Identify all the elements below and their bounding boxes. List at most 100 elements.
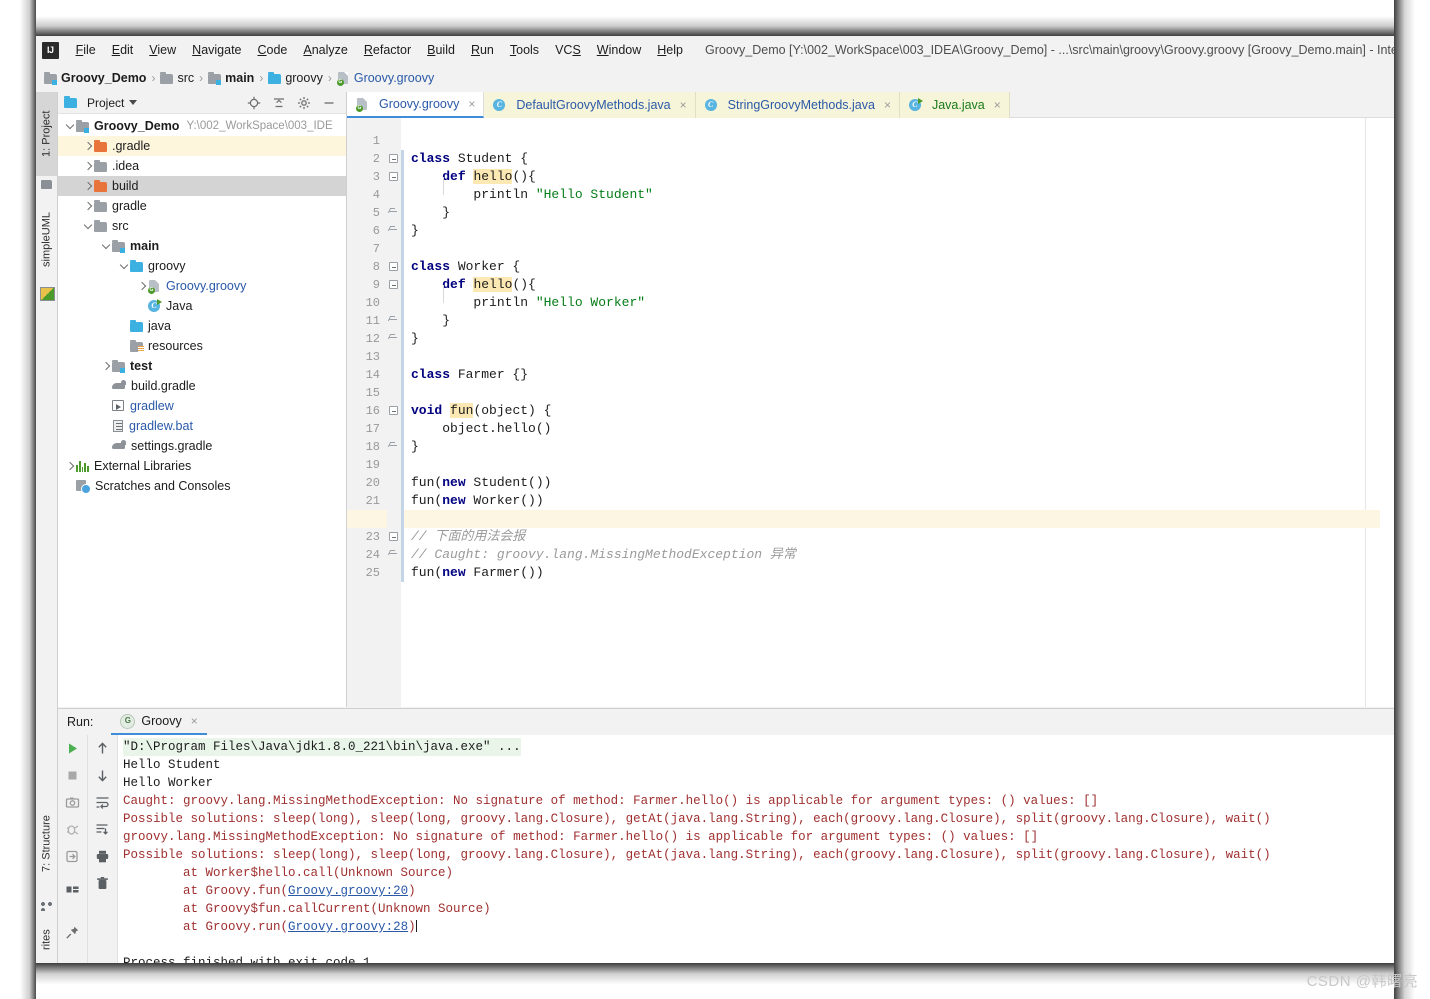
tree-node-resources[interactable]: resources bbox=[58, 336, 346, 356]
chevron-right-icon[interactable] bbox=[82, 160, 94, 172]
stop-icon[interactable] bbox=[65, 768, 80, 783]
breadcrumb-item-src[interactable]: src bbox=[160, 71, 194, 85]
tree-node-build[interactable]: build bbox=[58, 176, 346, 196]
print-icon[interactable] bbox=[95, 849, 110, 864]
tree-node-external-libraries[interactable]: External Libraries bbox=[58, 456, 346, 476]
code-text-area[interactable]: class Student { def hello(){ println "He… bbox=[401, 118, 1394, 707]
up-arrow-icon[interactable] bbox=[95, 741, 110, 756]
fold-expanded-icon[interactable] bbox=[389, 406, 398, 415]
tree-node-gradle[interactable]: gradle bbox=[58, 196, 346, 216]
close-icon[interactable]: × bbox=[468, 97, 475, 111]
tree-node-groovy-demo[interactable]: Groovy_Demo Y:\002_WorkSpace\003_IDE bbox=[58, 116, 346, 136]
chevron-right-icon[interactable] bbox=[136, 280, 148, 292]
tree-node-groovy[interactable]: groovy bbox=[58, 256, 346, 276]
editor-tab-groovy-groovy[interactable]: G Groovy.groovy × bbox=[347, 92, 485, 118]
tree-node-gradlew-bat[interactable]: gradlew.bat bbox=[58, 416, 346, 436]
scroll-to-end-icon[interactable] bbox=[95, 822, 110, 837]
tree-node-main[interactable]: main bbox=[58, 236, 346, 256]
run-tab-close-icon[interactable]: × bbox=[191, 714, 198, 728]
collapse-all-icon[interactable] bbox=[272, 96, 286, 110]
tool-window-button-favorites[interactable]: rites bbox=[36, 920, 57, 960]
tree-node-src[interactable]: src bbox=[58, 216, 346, 236]
locate-icon[interactable] bbox=[247, 96, 261, 110]
menu-item-navigate[interactable]: Navigate bbox=[184, 40, 249, 60]
chevron-down-icon[interactable] bbox=[118, 260, 130, 272]
debug-icon[interactable] bbox=[65, 822, 80, 837]
menu-item-file[interactable]: File bbox=[68, 40, 104, 60]
trash-icon[interactable] bbox=[95, 876, 110, 891]
layout-icon[interactable] bbox=[65, 882, 80, 897]
editor-tab-java-java[interactable]: C Java.java × bbox=[899, 92, 1010, 118]
close-icon[interactable]: × bbox=[680, 98, 687, 112]
editor-tab-defaultgroovymethods-java[interactable]: C DefaultGroovyMethods.java × bbox=[484, 92, 696, 118]
rerun-icon[interactable] bbox=[65, 849, 80, 864]
editor-scrollbar[interactable] bbox=[1380, 118, 1394, 707]
tree-node-scratches-and-consoles[interactable]: Scratches and Consoles bbox=[58, 476, 346, 496]
gear-icon[interactable] bbox=[297, 96, 311, 110]
chevron-down-icon[interactable] bbox=[129, 100, 138, 105]
fold-end-icon[interactable] bbox=[389, 550, 397, 558]
chevron-right-icon[interactable] bbox=[64, 460, 76, 472]
fold-expanded-icon[interactable] bbox=[389, 172, 398, 181]
tree-node-settings-gradle[interactable]: settings.gradle bbox=[58, 436, 346, 456]
menu-item-code[interactable]: Code bbox=[250, 40, 296, 60]
menu-item-build[interactable]: Build bbox=[419, 40, 463, 60]
chevron-down-icon[interactable] bbox=[64, 120, 76, 132]
chevron-right-icon[interactable] bbox=[82, 180, 94, 192]
code-editor[interactable]: 1234567891011121314151617181920212223242… bbox=[347, 118, 1394, 707]
soft-wrap-icon[interactable] bbox=[95, 795, 110, 810]
run-icon[interactable] bbox=[65, 741, 80, 756]
fold-expanded-icon[interactable] bbox=[389, 280, 398, 289]
run-tab-groovy[interactable]: G Groovy × bbox=[111, 709, 207, 735]
fold-expanded-icon[interactable] bbox=[389, 154, 398, 163]
menu-item-analyze[interactable]: Analyze bbox=[295, 40, 355, 60]
pin-icon[interactable] bbox=[65, 925, 80, 940]
breadcrumb-item-groovy-groovy[interactable]: G Groovy.groovy bbox=[336, 71, 434, 86]
chevron-right-icon[interactable] bbox=[82, 200, 94, 212]
fold-end-icon[interactable] bbox=[389, 316, 397, 324]
tree-node--idea[interactable]: .idea bbox=[58, 156, 346, 176]
menu-item-tools[interactable]: Tools bbox=[502, 40, 547, 60]
fold-expanded-icon[interactable] bbox=[389, 532, 398, 541]
console-stack-link[interactable]: Groovy.groovy:20 bbox=[288, 884, 408, 898]
breadcrumb-item-groovy-demo[interactable]: Groovy_Demo bbox=[44, 71, 146, 85]
tool-window-button-structure[interactable]: 7: Structure bbox=[36, 792, 57, 896]
tree-node-gradlew[interactable]: gradlew bbox=[58, 396, 346, 416]
menu-item-refactor[interactable]: Refactor bbox=[356, 40, 419, 60]
menu-item-help[interactable]: Help bbox=[649, 40, 691, 60]
editor-tab-stringgroovymethods-java[interactable]: C StringGroovyMethods.java × bbox=[695, 92, 900, 118]
chevron-right-icon[interactable] bbox=[100, 360, 112, 372]
close-icon[interactable]: × bbox=[884, 98, 891, 112]
fold-end-icon[interactable] bbox=[389, 226, 397, 234]
fold-end-icon[interactable] bbox=[389, 208, 397, 216]
minimize-icon[interactable] bbox=[322, 96, 336, 110]
down-arrow-icon[interactable] bbox=[95, 768, 110, 783]
tree-node-java[interactable]: java bbox=[58, 316, 346, 336]
tree-node-groovy-groovy[interactable]: G Groovy.groovy bbox=[58, 276, 346, 296]
close-icon[interactable]: × bbox=[994, 98, 1001, 112]
menu-item-run[interactable]: Run bbox=[463, 40, 502, 60]
chevron-down-icon[interactable] bbox=[100, 240, 112, 252]
camera-icon[interactable] bbox=[65, 795, 80, 810]
run-console-output[interactable]: "D:\Program Files\Java\jdk1.8.0_221\bin\… bbox=[118, 735, 1394, 963]
fold-expanded-icon[interactable] bbox=[389, 262, 398, 271]
fold-end-icon[interactable] bbox=[389, 334, 397, 342]
chevron-down-icon[interactable] bbox=[82, 220, 94, 232]
tree-node-test[interactable]: test bbox=[58, 356, 346, 376]
tool-window-button-project[interactable]: 1: Project bbox=[36, 92, 57, 176]
console-stack-link[interactable]: Groovy.groovy:28 bbox=[288, 920, 408, 934]
menu-item-window[interactable]: Window bbox=[589, 40, 649, 60]
tree-node-java[interactable]: C Java bbox=[58, 296, 346, 316]
breadcrumb-item-main[interactable]: main bbox=[208, 71, 254, 85]
breadcrumb-item-groovy[interactable]: groovy bbox=[268, 71, 323, 85]
fold-end-icon[interactable] bbox=[389, 442, 397, 450]
code-folding-gutter[interactable] bbox=[387, 118, 401, 707]
tool-window-button-simpleuml[interactable]: simpleUML bbox=[36, 197, 57, 281]
menu-item-view[interactable]: View bbox=[141, 40, 184, 60]
tree-node-build-gradle[interactable]: build.gradle bbox=[58, 376, 346, 396]
menu-item-vcs[interactable]: VCS bbox=[547, 40, 589, 60]
chevron-right-icon[interactable] bbox=[82, 140, 94, 152]
tree-node--gradle[interactable]: .gradle bbox=[58, 136, 346, 156]
breadcrumb-label: main bbox=[225, 71, 255, 85]
menu-item-edit[interactable]: Edit bbox=[104, 40, 142, 60]
